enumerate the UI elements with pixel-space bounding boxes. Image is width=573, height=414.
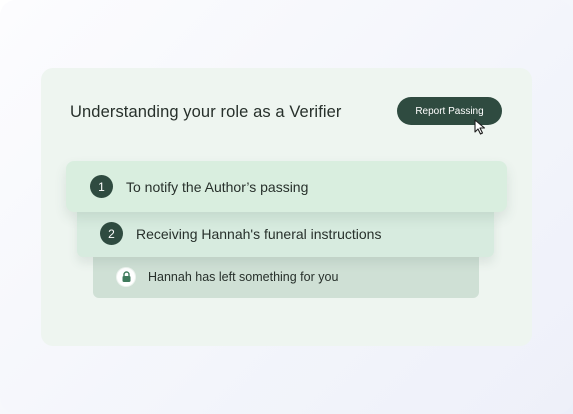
mouse-pointer-icon <box>474 119 486 135</box>
page-title: Understanding your role as a Verifier <box>70 103 342 121</box>
lock-icon <box>117 268 135 286</box>
locked-item-label: Hannah has left something for you <box>148 270 339 284</box>
step-label: Receiving Hannah's funeral instructions <box>136 225 382 242</box>
step-number-badge: 2 <box>100 222 123 245</box>
locked-item-row[interactable]: Hannah has left something for you <box>93 256 479 298</box>
step-number-badge: 1 <box>90 175 113 198</box>
step-item-2[interactable]: 2 Receiving Hannah's funeral instruction… <box>77 210 494 257</box>
step-item-1[interactable]: 1 To notify the Author’s passing <box>66 161 507 212</box>
report-passing-button[interactable]: Report Passing <box>397 97 502 125</box>
step-label: To notify the Author’s passing <box>126 178 309 195</box>
